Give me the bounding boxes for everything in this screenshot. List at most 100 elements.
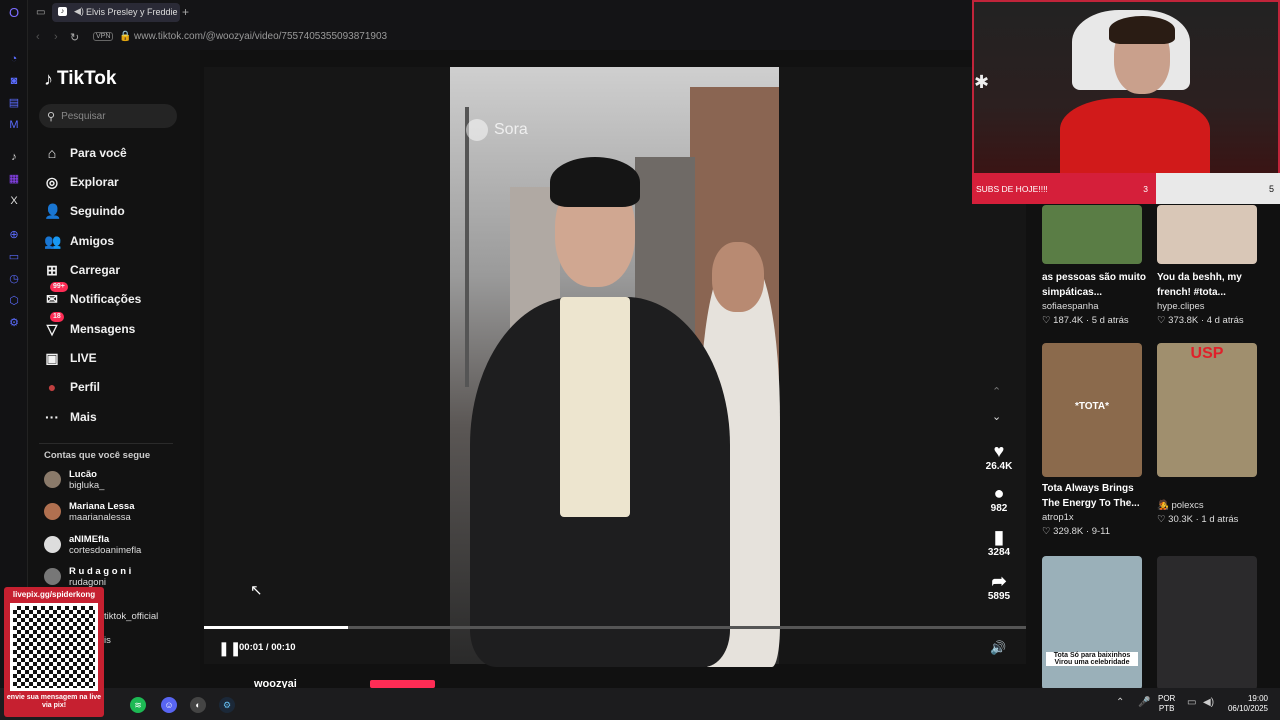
next-video-button[interactable]: ⌄ — [992, 410, 1001, 423]
forward-button[interactable]: › — [54, 31, 58, 43]
nav-item-8[interactable]: ▣ LIVE — [44, 347, 96, 369]
recommended-video-thumbnail[interactable] — [1042, 205, 1142, 264]
microphone-icon[interactable]: 🎤 — [1138, 697, 1150, 708]
follow-button[interactable] — [370, 680, 435, 688]
account-username[interactable]: tiktok_official — [104, 611, 158, 622]
address-bar[interactable]: www.tiktok.com/@woozyai/video/7557405355… — [134, 31, 387, 42]
sora-watermark: Sora — [466, 119, 528, 141]
spider-logo-icon: ✱ — [974, 72, 990, 92]
action-button[interactable]: ▮ 3284 — [983, 527, 1015, 558]
sidebar-shortcut-icon[interactable]: ◔ — [7, 52, 21, 66]
sidebar-shortcut-icon[interactable]: ⊕ — [7, 228, 21, 242]
qr-bottom-text: envie sua mensagem na live via pix! — [6, 694, 102, 709]
nav-item-label: Mensagens — [70, 322, 136, 336]
discord-icon[interactable]: ☺ — [161, 697, 177, 713]
nav-item-10[interactable]: ··· Mais — [44, 406, 97, 428]
following-account[interactable]: Mariana Lessa maarianalessa — [44, 501, 134, 523]
nav-item-4[interactable]: 👥 Amigos — [44, 230, 114, 252]
opera-logo-icon[interactable]: O — [7, 6, 21, 20]
following-account[interactable]: aNIMEfla cortesdoanimefla — [44, 534, 141, 556]
recommended-video-author[interactable]: 🧑‍🎤 polexcs — [1157, 500, 1204, 511]
video-progress-bar[interactable] — [204, 626, 1026, 629]
prev-video-button[interactable]: ⌃ — [992, 385, 1001, 398]
steam-icon[interactable]: ⚙ — [219, 697, 235, 713]
see-more-link[interactable]: is — [104, 635, 111, 646]
recommended-video-thumbnail[interactable]: USP — [1157, 343, 1257, 477]
spotify-icon[interactable]: ≋ — [130, 697, 146, 713]
tiktok-logo[interactable]: ♪ TikTok — [44, 68, 116, 90]
recommended-video-thumbnail[interactable]: *TOTA* — [1042, 343, 1142, 477]
action-button[interactable]: ● 982 — [983, 483, 1015, 514]
recommended-video-author[interactable]: sofiaespanha — [1042, 301, 1099, 312]
recommended-video-stats: ♡ 187.4K · 5 d atrás — [1042, 315, 1129, 326]
back-button[interactable]: ‹ — [36, 31, 40, 43]
nav-item-label: Seguindo — [70, 204, 125, 218]
history-icon[interactable]: ◷ — [7, 272, 21, 286]
account-name: Lucão — [69, 469, 97, 480]
vpn-badge[interactable]: VPN — [93, 32, 114, 41]
nav-item-label: Carregar — [70, 263, 121, 277]
recommended-video-author[interactable]: atrop1x — [1042, 512, 1074, 523]
share-icon: ➦ — [991, 571, 1007, 591]
network-icon[interactable]: ▭ — [1187, 697, 1196, 708]
sidebar-shortcut-icon[interactable]: ▤ — [7, 96, 21, 110]
search-input[interactable]: ⚲ Pesquisar — [39, 104, 177, 128]
recommended-video-stats: ♡ 329.8K · 9-11 — [1042, 526, 1111, 537]
following-account[interactable]: R u d a g o n i rudagoni — [44, 566, 131, 588]
account-name: R u d a g o n i — [69, 566, 132, 577]
recommended-video-title[interactable]: as pessoas são muito simpáticas... — [1042, 270, 1150, 300]
recommended-video-thumbnail[interactable]: Tota Só para baixinhos Virou uma celebri… — [1042, 556, 1142, 690]
sidebar-shortcut-icon[interactable]: ◙ — [7, 74, 21, 88]
nav-item-3[interactable]: 👤 Seguindo — [44, 200, 125, 222]
tray-overflow-icon[interactable]: ⌃ — [1116, 697, 1124, 708]
following-account[interactable]: Lucão bigluka_ — [44, 469, 104, 491]
sidebar-shortcut-icon[interactable]: ⬡ — [7, 294, 21, 308]
action-count: 26.4K — [985, 461, 1013, 472]
tab-manager-icon[interactable]: ▭ — [36, 7, 45, 18]
avatar — [44, 503, 61, 520]
notification-badge: 99+ — [50, 282, 68, 292]
recommended-video-title[interactable]: Tota Always Brings The Energy To The... — [1042, 481, 1150, 511]
recommended-video-author[interactable]: hype.clipes — [1157, 301, 1205, 312]
recommended-video-thumbnail[interactable] — [1157, 556, 1257, 690]
action-button[interactable]: ♥ 26.4K — [983, 441, 1015, 472]
sidebar-shortcut-icon[interactable]: ▭ — [7, 250, 21, 264]
home-icon: ⌂ — [47, 145, 57, 161]
video-frame[interactable]: Sora — [450, 67, 780, 667]
audio-playing-icon[interactable]: ◀) — [74, 6, 84, 17]
new-tab-button[interactable]: + — [182, 5, 189, 19]
nav-item-label: Notificações — [70, 292, 142, 306]
clock-time: 19:00 — [1247, 694, 1268, 703]
nav-item-9[interactable]: ● Perfil — [44, 376, 100, 398]
language-indicator[interactable]: POR PTB — [1158, 694, 1175, 714]
search-placeholder: Pesquisar — [61, 110, 106, 122]
following-icon: 👤 — [44, 202, 62, 219]
twitch-shortcut-icon[interactable]: ▦ — [7, 172, 21, 186]
comment-icon: ● — [993, 483, 1005, 503]
volume-icon[interactable]: 🔊 — [990, 640, 1006, 656]
nav-item-7[interactable]: ▽ Mensagens 18 — [44, 312, 136, 340]
speaker-icon[interactable]: ◀) — [1203, 697, 1214, 708]
reload-button[interactable]: ↻ — [70, 31, 79, 44]
nav-item-5[interactable]: ⊞ Carregar — [44, 259, 120, 281]
settings-icon[interactable]: ⚙ — [7, 316, 21, 330]
pause-button[interactable]: ❚❚ — [218, 640, 241, 657]
account-username: bigluka_ — [69, 480, 105, 491]
nav-item-1[interactable]: ⌂ Para você — [44, 142, 127, 164]
action-button[interactable]: ➦ 5895 — [983, 571, 1015, 602]
profile-icon: ● — [47, 379, 57, 395]
recommended-video-title[interactable]: You da beshh, my french! #tota... — [1157, 270, 1265, 300]
tiktok-shortcut-icon[interactable]: ♪ — [7, 150, 21, 164]
nav-item-6[interactable]: ✉ Notificações 99+ — [44, 282, 142, 310]
subs-label: SUBS DE HOJE!!!! — [976, 183, 1048, 194]
nav-item-2[interactable]: ◎ Explorar — [44, 171, 119, 193]
clock[interactable]: 19:00 06/10/2025 — [1226, 694, 1268, 714]
thumbnail-caption: Tota Só para baixinhos Virou uma celebri… — [1046, 652, 1138, 666]
action-count: 5895 — [987, 591, 1011, 602]
app-icon[interactable]: ◐ — [190, 697, 206, 713]
x-shortcut-icon[interactable]: X — [7, 194, 21, 208]
tab-active[interactable]: Elvis Presley y Freddie — [52, 3, 180, 22]
sidebar-shortcut-icon[interactable]: M — [7, 118, 21, 132]
recommended-video-thumbnail[interactable] — [1157, 205, 1257, 264]
sora-watermark-text: Sora — [494, 121, 528, 138]
